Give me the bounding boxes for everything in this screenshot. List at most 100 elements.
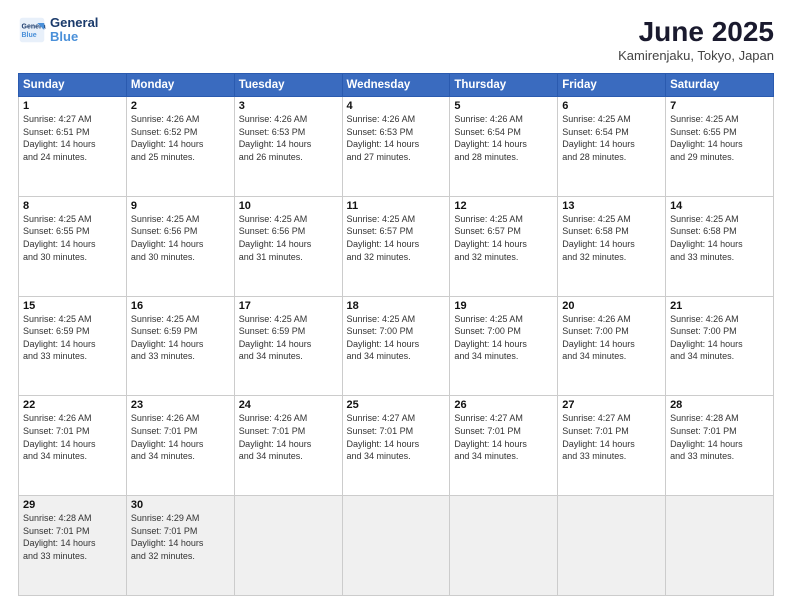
day-info: Sunrise: 4:26 AM Sunset: 6:53 PM Dayligh… bbox=[347, 113, 446, 163]
day-cell: 14Sunrise: 4:25 AM Sunset: 6:58 PM Dayli… bbox=[666, 196, 774, 296]
page: General Blue General Blue June 2025 Kami… bbox=[0, 0, 792, 612]
day-info: Sunrise: 4:25 AM Sunset: 6:54 PM Dayligh… bbox=[562, 113, 661, 163]
day-cell: 29Sunrise: 4:28 AM Sunset: 7:01 PM Dayli… bbox=[19, 496, 127, 596]
title-block: June 2025 Kamirenjaku, Tokyo, Japan bbox=[618, 16, 774, 63]
day-info: Sunrise: 4:26 AM Sunset: 6:52 PM Dayligh… bbox=[131, 113, 230, 163]
day-cell: 18Sunrise: 4:25 AM Sunset: 7:00 PM Dayli… bbox=[342, 296, 450, 396]
day-cell: 16Sunrise: 4:25 AM Sunset: 6:59 PM Dayli… bbox=[126, 296, 234, 396]
day-number: 15 bbox=[23, 300, 122, 312]
day-info: Sunrise: 4:25 AM Sunset: 7:00 PM Dayligh… bbox=[347, 313, 446, 363]
day-cell: 28Sunrise: 4:28 AM Sunset: 7:01 PM Dayli… bbox=[666, 396, 774, 496]
day-info: Sunrise: 4:27 AM Sunset: 7:01 PM Dayligh… bbox=[562, 412, 661, 462]
day-cell: 13Sunrise: 4:25 AM Sunset: 6:58 PM Dayli… bbox=[558, 196, 666, 296]
day-cell: 15Sunrise: 4:25 AM Sunset: 6:59 PM Dayli… bbox=[19, 296, 127, 396]
day-cell: 21Sunrise: 4:26 AM Sunset: 7:00 PM Dayli… bbox=[666, 296, 774, 396]
day-number: 9 bbox=[131, 200, 230, 212]
day-info: Sunrise: 4:25 AM Sunset: 6:59 PM Dayligh… bbox=[23, 313, 122, 363]
day-number: 6 bbox=[562, 100, 661, 112]
day-cell: 8Sunrise: 4:25 AM Sunset: 6:55 PM Daylig… bbox=[19, 196, 127, 296]
header: General Blue General Blue June 2025 Kami… bbox=[18, 16, 774, 63]
day-cell: 4Sunrise: 4:26 AM Sunset: 6:53 PM Daylig… bbox=[342, 97, 450, 197]
day-number: 22 bbox=[23, 399, 122, 411]
day-cell: 2Sunrise: 4:26 AM Sunset: 6:52 PM Daylig… bbox=[126, 97, 234, 197]
day-cell bbox=[558, 496, 666, 596]
day-number: 7 bbox=[670, 100, 769, 112]
day-cell: 11Sunrise: 4:25 AM Sunset: 6:57 PM Dayli… bbox=[342, 196, 450, 296]
day-cell: 6Sunrise: 4:25 AM Sunset: 6:54 PM Daylig… bbox=[558, 97, 666, 197]
day-cell: 9Sunrise: 4:25 AM Sunset: 6:56 PM Daylig… bbox=[126, 196, 234, 296]
day-cell: 20Sunrise: 4:26 AM Sunset: 7:00 PM Dayli… bbox=[558, 296, 666, 396]
day-number: 12 bbox=[454, 200, 553, 212]
day-number: 21 bbox=[670, 300, 769, 312]
day-cell: 22Sunrise: 4:26 AM Sunset: 7:01 PM Dayli… bbox=[19, 396, 127, 496]
day-number: 29 bbox=[23, 499, 122, 511]
main-title: June 2025 bbox=[618, 16, 774, 48]
day-cell bbox=[342, 496, 450, 596]
day-cell bbox=[666, 496, 774, 596]
col-header-friday: Friday bbox=[558, 74, 666, 97]
day-cell: 26Sunrise: 4:27 AM Sunset: 7:01 PM Dayli… bbox=[450, 396, 558, 496]
day-info: Sunrise: 4:25 AM Sunset: 6:58 PM Dayligh… bbox=[562, 213, 661, 263]
day-cell: 10Sunrise: 4:25 AM Sunset: 6:56 PM Dayli… bbox=[234, 196, 342, 296]
svg-text:Blue: Blue bbox=[22, 32, 37, 39]
logo-icon: General Blue bbox=[18, 16, 46, 44]
day-info: Sunrise: 4:25 AM Sunset: 6:59 PM Dayligh… bbox=[239, 313, 338, 363]
day-number: 1 bbox=[23, 100, 122, 112]
calendar-header: SundayMondayTuesdayWednesdayThursdayFrid… bbox=[19, 74, 774, 97]
col-header-sunday: Sunday bbox=[19, 74, 127, 97]
day-number: 20 bbox=[562, 300, 661, 312]
day-number: 14 bbox=[670, 200, 769, 212]
week-row-2: 15Sunrise: 4:25 AM Sunset: 6:59 PM Dayli… bbox=[19, 296, 774, 396]
week-row-4: 29Sunrise: 4:28 AM Sunset: 7:01 PM Dayli… bbox=[19, 496, 774, 596]
col-header-monday: Monday bbox=[126, 74, 234, 97]
day-info: Sunrise: 4:25 AM Sunset: 6:55 PM Dayligh… bbox=[23, 213, 122, 263]
day-number: 8 bbox=[23, 200, 122, 212]
day-number: 4 bbox=[347, 100, 446, 112]
day-info: Sunrise: 4:26 AM Sunset: 7:01 PM Dayligh… bbox=[131, 412, 230, 462]
day-info: Sunrise: 4:25 AM Sunset: 6:56 PM Dayligh… bbox=[131, 213, 230, 263]
day-cell: 30Sunrise: 4:29 AM Sunset: 7:01 PM Dayli… bbox=[126, 496, 234, 596]
col-header-tuesday: Tuesday bbox=[234, 74, 342, 97]
week-row-1: 8Sunrise: 4:25 AM Sunset: 6:55 PM Daylig… bbox=[19, 196, 774, 296]
day-info: Sunrise: 4:25 AM Sunset: 6:55 PM Dayligh… bbox=[670, 113, 769, 163]
day-info: Sunrise: 4:26 AM Sunset: 7:00 PM Dayligh… bbox=[670, 313, 769, 363]
day-cell: 23Sunrise: 4:26 AM Sunset: 7:01 PM Dayli… bbox=[126, 396, 234, 496]
day-number: 23 bbox=[131, 399, 230, 411]
day-cell bbox=[450, 496, 558, 596]
day-number: 11 bbox=[347, 200, 446, 212]
day-cell: 17Sunrise: 4:25 AM Sunset: 6:59 PM Dayli… bbox=[234, 296, 342, 396]
logo: General Blue General Blue bbox=[18, 16, 98, 45]
day-info: Sunrise: 4:27 AM Sunset: 6:51 PM Dayligh… bbox=[23, 113, 122, 163]
day-cell: 7Sunrise: 4:25 AM Sunset: 6:55 PM Daylig… bbox=[666, 97, 774, 197]
subtitle: Kamirenjaku, Tokyo, Japan bbox=[618, 48, 774, 63]
calendar-body: 1Sunrise: 4:27 AM Sunset: 6:51 PM Daylig… bbox=[19, 97, 774, 596]
day-cell: 12Sunrise: 4:25 AM Sunset: 6:57 PM Dayli… bbox=[450, 196, 558, 296]
day-cell: 19Sunrise: 4:25 AM Sunset: 7:00 PM Dayli… bbox=[450, 296, 558, 396]
day-number: 26 bbox=[454, 399, 553, 411]
day-cell: 25Sunrise: 4:27 AM Sunset: 7:01 PM Dayli… bbox=[342, 396, 450, 496]
week-row-3: 22Sunrise: 4:26 AM Sunset: 7:01 PM Dayli… bbox=[19, 396, 774, 496]
calendar: SundayMondayTuesdayWednesdayThursdayFrid… bbox=[18, 73, 774, 596]
day-number: 18 bbox=[347, 300, 446, 312]
day-info: Sunrise: 4:26 AM Sunset: 7:01 PM Dayligh… bbox=[23, 412, 122, 462]
day-info: Sunrise: 4:25 AM Sunset: 6:56 PM Dayligh… bbox=[239, 213, 338, 263]
day-cell bbox=[234, 496, 342, 596]
day-info: Sunrise: 4:26 AM Sunset: 7:00 PM Dayligh… bbox=[562, 313, 661, 363]
day-number: 28 bbox=[670, 399, 769, 411]
day-number: 3 bbox=[239, 100, 338, 112]
day-info: Sunrise: 4:25 AM Sunset: 6:59 PM Dayligh… bbox=[131, 313, 230, 363]
day-info: Sunrise: 4:26 AM Sunset: 6:54 PM Dayligh… bbox=[454, 113, 553, 163]
day-info: Sunrise: 4:27 AM Sunset: 7:01 PM Dayligh… bbox=[454, 412, 553, 462]
day-number: 13 bbox=[562, 200, 661, 212]
day-number: 25 bbox=[347, 399, 446, 411]
day-number: 16 bbox=[131, 300, 230, 312]
day-info: Sunrise: 4:25 AM Sunset: 6:57 PM Dayligh… bbox=[454, 213, 553, 263]
day-info: Sunrise: 4:25 AM Sunset: 7:00 PM Dayligh… bbox=[454, 313, 553, 363]
day-number: 19 bbox=[454, 300, 553, 312]
day-cell: 3Sunrise: 4:26 AM Sunset: 6:53 PM Daylig… bbox=[234, 97, 342, 197]
col-header-saturday: Saturday bbox=[666, 74, 774, 97]
day-info: Sunrise: 4:26 AM Sunset: 6:53 PM Dayligh… bbox=[239, 113, 338, 163]
day-number: 2 bbox=[131, 100, 230, 112]
day-cell: 27Sunrise: 4:27 AM Sunset: 7:01 PM Dayli… bbox=[558, 396, 666, 496]
col-header-thursday: Thursday bbox=[450, 74, 558, 97]
